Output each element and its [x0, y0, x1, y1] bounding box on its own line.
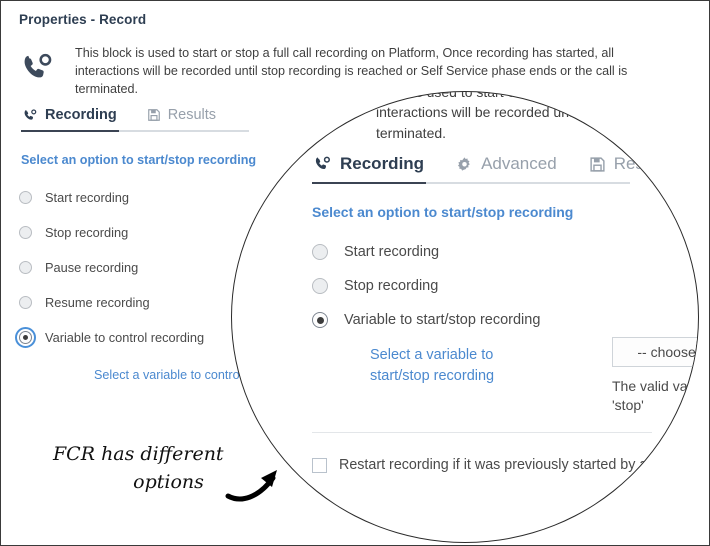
magnified-tab-advanced-label: Advanced	[481, 154, 557, 173]
tab-recording[interactable]: Recording	[21, 105, 119, 132]
radio-row-start-recording[interactable]: Start recording	[19, 184, 204, 210]
magnified-radio-row-variable-to-start-stop-recording[interactable]: Variable to start/stop recording	[312, 303, 540, 337]
magnified-radio-row-stop-recording[interactable]: Stop recording	[312, 269, 540, 303]
radio-row-pause-recording[interactable]: Pause recording	[19, 254, 204, 280]
floppy-disk-icon	[147, 108, 161, 122]
radio-label-pause-recording: Pause recording	[45, 259, 139, 275]
radio-row-variable-to-control-recording[interactable]: Variable to control recording	[15, 324, 205, 350]
gear-icon	[456, 156, 473, 173]
phone-record-icon	[23, 108, 38, 123]
properties-record-window: Properties - Record This block is used t…	[0, 0, 710, 546]
magnified-radio-stop-recording[interactable]	[312, 278, 328, 294]
magnified-radio-label-stop-recording: Stop recording	[344, 278, 439, 294]
radio-variable-to-control-recording[interactable]	[15, 326, 36, 348]
radio-stop-recording[interactable]	[19, 225, 32, 239]
magnified-tab-advanced[interactable]: Advanced	[454, 152, 559, 182]
radio-label-resume-recording: Resume recording	[45, 294, 150, 310]
magnified-valid-values-hint: The valid va 'stop'	[612, 378, 688, 413]
magnified-tab-recording[interactable]: Recording	[312, 152, 427, 184]
tab-results[interactable]: Results	[145, 105, 218, 130]
magnified-description-text: block is used to start o interactions wi…	[376, 91, 590, 141]
magnified-variable-dropdown[interactable]: -- choose v	[612, 337, 698, 367]
magnified-recording-option-list: Start recording Stop recording Variable …	[312, 235, 540, 337]
radio-label-variable-to-control-recording: Variable to control recording	[45, 329, 205, 345]
tab-bar: Recording Results	[21, 105, 249, 132]
phone-record-icon	[21, 45, 69, 90]
magnified-tab-recording-label: Recording	[340, 154, 425, 173]
magnified-tab-bar: Recording Advanced Results	[312, 152, 670, 184]
magnified-radio-variable-to-start-stop-recording[interactable]	[312, 312, 328, 328]
radio-pause-recording[interactable]	[19, 260, 32, 274]
radio-row-stop-recording[interactable]: Stop recording	[19, 219, 204, 245]
magnified-tab-results-label: Results	[613, 154, 671, 173]
radio-label-stop-recording: Stop recording	[45, 224, 129, 240]
magnified-restart-recording-checkbox[interactable]	[312, 457, 327, 473]
magnified-tab-results[interactable]: Results	[587, 152, 673, 182]
radio-start-recording[interactable]	[19, 190, 32, 204]
radio-resume-recording[interactable]	[19, 295, 32, 309]
block-description: This block is used to start or stop a fu…	[21, 45, 641, 99]
magnified-section-label: Select an option to start/stop recording	[312, 204, 574, 220]
magnified-restart-recording-checkbox-row[interactable]: Restart recording if it was previously s…	[312, 457, 699, 473]
phone-record-icon	[314, 155, 332, 173]
page-title: Properties - Record	[19, 12, 147, 27]
radio-row-resume-recording[interactable]: Resume recording	[19, 289, 204, 315]
tab-results-label: Results	[167, 107, 217, 123]
magnifier-circle: block is used to start o interactions wi…	[231, 91, 699, 543]
magnified-restart-recording-label: Restart recording if it was previously s…	[339, 457, 699, 473]
magnified-radio-row-start-recording[interactable]: Start recording	[312, 235, 540, 269]
radio-label-start-recording: Start recording	[45, 189, 129, 205]
recording-option-list: Start recording Stop recording Pause rec…	[15, 184, 205, 359]
magnified-select-variable-link[interactable]: Select a variable to start/stop recordin…	[370, 345, 540, 387]
magnified-radio-label-start-recording: Start recording	[344, 244, 440, 260]
section-label: Select an option to start/stop recording	[21, 153, 257, 167]
magnified-radio-start-recording[interactable]	[312, 244, 328, 260]
magnified-radio-label-variable-to-start-stop-recording: Variable to start/stop recording	[344, 312, 541, 328]
magnified-divider	[312, 432, 652, 433]
floppy-disk-icon	[589, 156, 606, 173]
block-description-text: This block is used to start or stop a fu…	[75, 46, 628, 96]
tab-recording-label: Recording	[45, 107, 117, 123]
